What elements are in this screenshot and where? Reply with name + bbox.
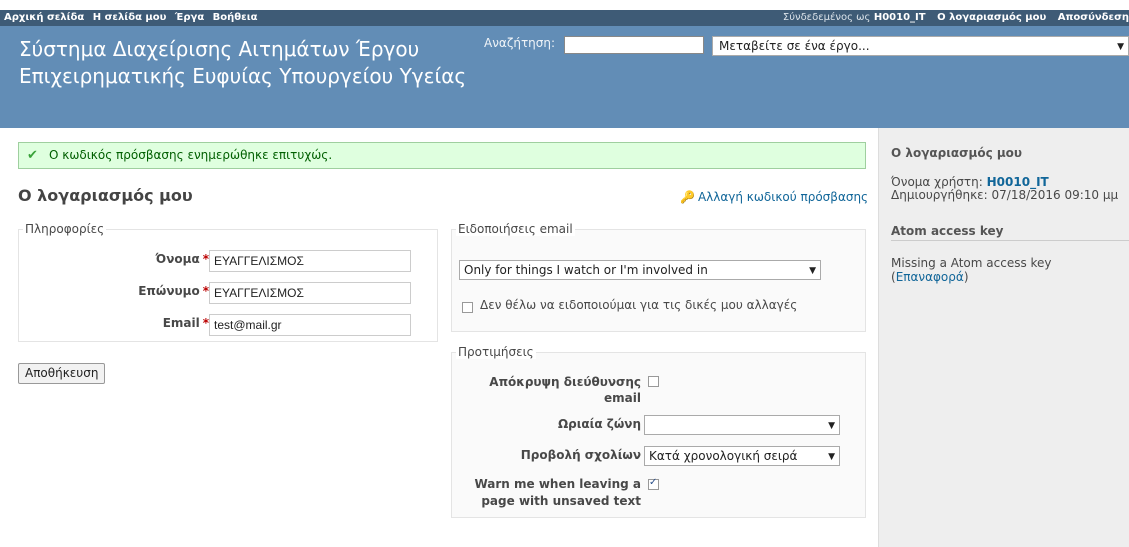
warn-unsaved-label: Warn me when leaving a page with unsaved… <box>462 476 641 510</box>
atom-reset-row: (Επαναφορά) <box>891 270 969 284</box>
menu-item-home[interactable]: Αρχική σελίδα <box>4 12 84 23</box>
sidebar-account-info: Όνομα χρήστη: H0010_IT Δημιουργήθηκε: 07… <box>891 176 1118 202</box>
logout-link[interactable]: Αποσύνδεση <box>1058 12 1129 23</box>
chevron-down-icon: ▼ <box>828 452 835 462</box>
preferences-fieldset: Προτιμήσεις Απόκρυψη διεύθυνσης email Ωρ… <box>451 345 866 518</box>
email-label-text: Email <box>162 316 200 330</box>
no-self-notified-label: Δεν θέλω να ειδοποιούμαι για τις δικές μ… <box>480 298 798 312</box>
no-self-notified-checkbox[interactable] <box>462 302 473 313</box>
timezone-label: Ωριαία ζώνη <box>557 417 641 431</box>
atom-reset-link[interactable]: Επαναφορά <box>896 270 964 284</box>
firstname-label-text: Όνομα <box>155 252 200 266</box>
info-fieldset: Πληροφορίες Όνομα* Επώνυμο* Email* <box>18 222 438 342</box>
sidebar: Ο λογαριασμός μου Όνομα χρήστη: H0010_IT… <box>878 128 1129 547</box>
comments-sorting-select[interactable]: Κατά χρονολογική σειρά ▼ <box>644 446 840 466</box>
my-account-link[interactable]: Ο λογαριασμός μου <box>937 12 1046 23</box>
change-password-label: Αλλαγή κωδικού πρόσβασης <box>697 190 869 204</box>
comments-sorting-value: Κατά χρονολογική σειρά <box>649 449 798 463</box>
top-menu-left: Αρχική σελίδα Η σελίδα μου Έργα Βοήθεια <box>4 12 263 23</box>
atom-key-title: Atom access key <box>891 224 1129 241</box>
warn-unsaved-label-line2: page with unsaved text <box>481 494 641 508</box>
key-icon: 🔑 <box>680 190 695 204</box>
logged-user-link[interactable]: H0010_IT <box>874 12 926 23</box>
header: Σύστημα Διαχείρισης Αιτημάτων Έργου Επιχ… <box>0 26 1129 128</box>
hide-mail-label-line1: Απόκρυψη διεύθυνσης <box>489 375 641 389</box>
menu-item-help[interactable]: Βοήθεια <box>213 12 258 23</box>
warn-unsaved-label-line1: Warn me when leaving a <box>474 477 641 491</box>
mail-notification-select[interactable]: Only for things I watch or I'm involved … <box>459 260 821 280</box>
project-jump-value: Μεταβείτε σε ένα έργο... <box>719 39 870 53</box>
firstname-label: Όνομα * <box>79 252 209 266</box>
preferences-legend: Προτιμήσεις <box>456 345 536 359</box>
timezone-select[interactable]: ▼ <box>644 415 840 435</box>
sidebar-account-title: Ο λογαριασμός μου <box>891 146 1023 160</box>
logged-as-label: Σύνδεδεμένος ως <box>782 12 871 23</box>
chevron-down-icon: ▼ <box>828 421 835 431</box>
flash-message: Ο κωδικός πρόσβασης ενημερώθηκε επιτυχώς… <box>49 148 333 162</box>
search-label: Αναζήτηση: <box>484 36 556 50</box>
change-password-link[interactable]: 🔑 Αλλαγή κωδικού πρόσβασης <box>680 190 868 204</box>
warn-unsaved-checkbox[interactable] <box>648 477 659 490</box>
created-label: Δημιουργήθηκε: <box>891 188 988 202</box>
username-link[interactable]: H0010_IT <box>987 175 1049 189</box>
info-legend: Πληροφορίες <box>23 222 107 236</box>
project-jump-select[interactable]: Μεταβείτε σε ένα έργο... ▼ <box>712 36 1129 56</box>
site-title: Σύστημα Διαχείρισης Αιτημάτων Έργου Επιχ… <box>19 37 467 88</box>
email-notifications-legend: Ειδοποιήσεις email <box>456 222 575 236</box>
top-menu: Αρχική σελίδα Η σελίδα μου Έργα Βοήθεια … <box>0 10 1129 26</box>
atom-missing-text: Missing a Atom access key <box>891 256 1052 270</box>
atom-key-info: Missing a Atom access key (Επαναφορά) <box>891 256 1052 284</box>
hide-mail-label-line2: email <box>604 391 641 405</box>
chevron-down-icon: ▼ <box>1117 42 1124 52</box>
hide-mail-label: Απόκρυψη διεύθυνσης email <box>462 374 641 406</box>
email-label: Email * <box>79 316 209 330</box>
flash-notice: ✔ Ο κωδικός πρόσβασης ενημερώθηκε επιτυχ… <box>18 142 866 169</box>
menu-item-my-page[interactable]: Η σελίδα μου <box>93 12 167 23</box>
check-icon: ✔ <box>27 148 38 163</box>
lastname-label: Επώνυμο * <box>79 284 209 298</box>
lastname-label-text: Επώνυμο <box>138 284 200 298</box>
top-menu-right: Σύνδεδεμένος ως H0010_IT Ο λογαριασμός μ… <box>783 12 1129 23</box>
search-input[interactable] <box>564 36 704 54</box>
top-strip <box>0 0 1129 10</box>
menu-item-projects[interactable]: Έργα <box>175 12 204 23</box>
email-notifications-fieldset: Ειδοποιήσεις email Only for things I wat… <box>451 222 866 332</box>
save-button[interactable]: Αποθήκευση <box>18 363 106 384</box>
page-title: Ο λογαριασμός μου <box>18 186 193 205</box>
chevron-down-icon: ▼ <box>809 266 816 276</box>
username-label: Όνομα χρήστη: <box>891 175 983 189</box>
hide-mail-checkbox[interactable] <box>648 376 659 387</box>
mail-notification-value: Only for things I watch or I'm involved … <box>464 263 708 277</box>
email-field[interactable] <box>209 314 411 336</box>
created-row: Δημιουργήθηκε: 07/18/2016 09:10 μμ <box>891 189 1118 202</box>
comments-sorting-label: Προβολή σχολίων <box>520 448 641 462</box>
firstname-field[interactable] <box>209 250 411 272</box>
lastname-field[interactable] <box>209 282 411 304</box>
created-value: 07/18/2016 09:10 μμ <box>991 188 1119 202</box>
